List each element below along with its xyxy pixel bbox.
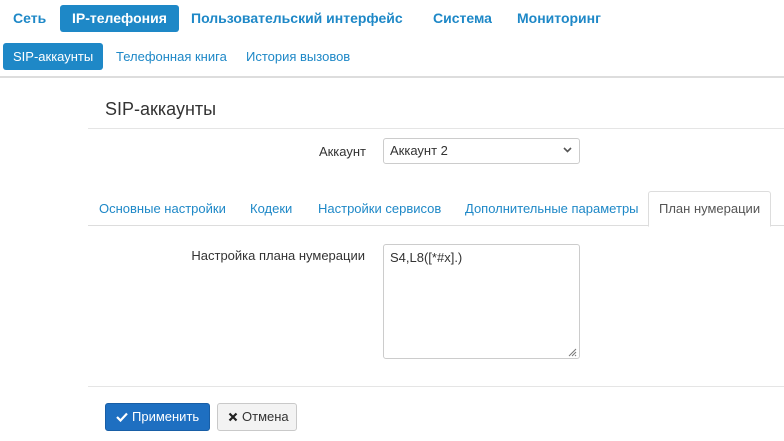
resize-grip-icon[interactable] (566, 345, 577, 357)
dialplan-textarea[interactable]: S4,L8([*#x].) (383, 244, 580, 359)
nav-item-network[interactable]: Сеть (1, 5, 58, 32)
checkmark-icon (116, 404, 128, 430)
page-title: SIP-аккаунты (105, 99, 217, 119)
chevron-down-icon (563, 139, 572, 163)
account-label: Аккаунт (318, 144, 366, 159)
subnav-item-phonebook[interactable]: Телефонная книга (106, 43, 237, 70)
top-nav: Сеть IP-телефония Пользовательский интер… (0, 0, 784, 38)
nav-item-user-interface[interactable]: Пользовательский интерфейс (179, 5, 415, 32)
cancel-button[interactable]: Отмена (217, 403, 297, 431)
settings-tabs: Основные настройки Кодеки Настройки серв… (88, 191, 784, 227)
tab-advanced-parameters[interactable]: Дополнительные параметры (465, 191, 639, 226)
tab-dial-plan[interactable]: План нумерации (648, 191, 772, 227)
tab-basic-settings[interactable]: Основные настройки (99, 191, 226, 226)
apply-button-label: Применить (132, 409, 200, 424)
title-divider (88, 128, 784, 129)
subnav-item-call-history[interactable]: История вызовов (236, 43, 360, 70)
dialplan-value: S4,L8([*#x].) (390, 250, 463, 265)
account-select[interactable]: Аккаунт 2 (383, 138, 580, 164)
apply-button[interactable]: Применить (105, 403, 210, 431)
close-icon (228, 404, 238, 430)
tab-service-settings[interactable]: Настройки сервисов (318, 191, 441, 226)
nav-item-monitoring[interactable]: Мониторинг (505, 5, 613, 32)
cancel-button-label: Отмена (242, 409, 289, 424)
subnav-item-sip-accounts[interactable]: SIP-аккаунты (3, 43, 104, 70)
account-select-value: Аккаунт 2 (390, 143, 448, 158)
form-divider (88, 386, 784, 387)
dialplan-label: Настройка плана нумерации (191, 248, 365, 263)
tab-codecs[interactable]: Кодеки (250, 191, 292, 226)
nav-item-system[interactable]: Система (421, 5, 504, 32)
nav-item-ip-telephony[interactable]: IP-телефония (60, 5, 179, 32)
sub-nav: SIP-аккаунты Телефонная книга История вы… (0, 40, 784, 78)
